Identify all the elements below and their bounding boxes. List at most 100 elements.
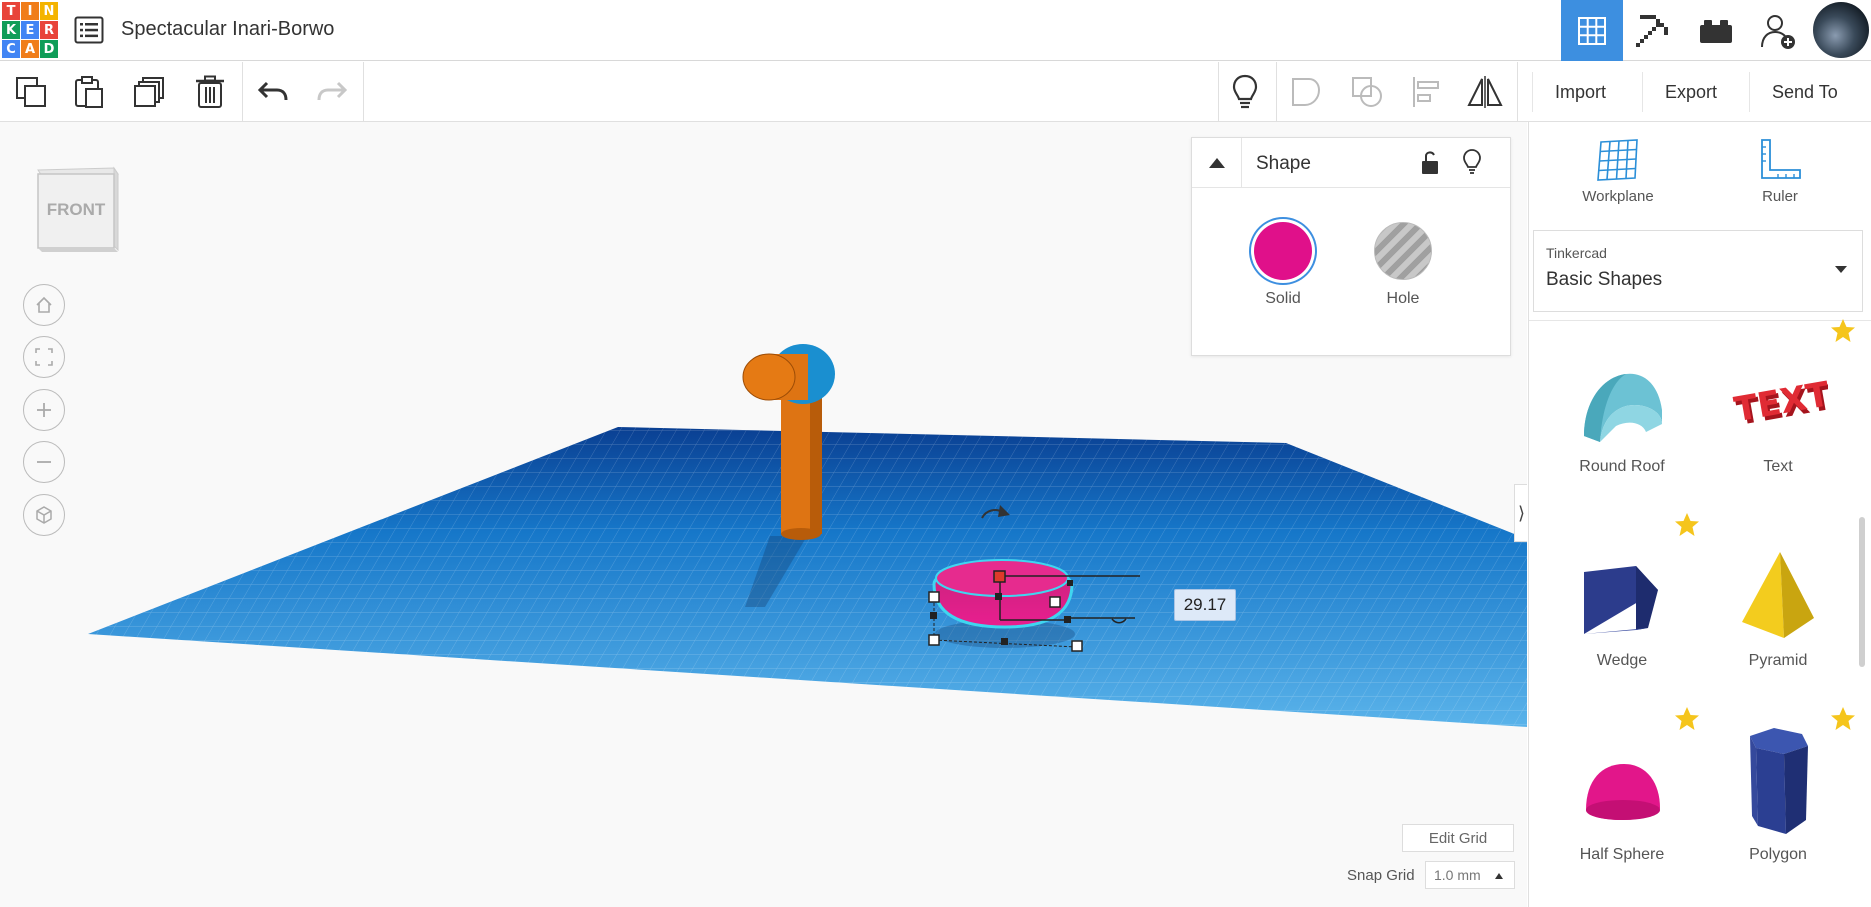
ruler-icon — [1761, 139, 1801, 179]
star-icon — [1675, 707, 1699, 730]
solid-label: Solid — [1265, 290, 1301, 307]
align-icon — [1413, 77, 1439, 107]
edit-grid-button[interactable]: Edit Grid — [1402, 824, 1514, 852]
logo-letter: T — [2, 2, 20, 20]
pyramid-shape-icon — [1742, 552, 1814, 638]
list-icon — [74, 16, 104, 44]
home-view-button[interactable] — [23, 284, 65, 326]
perspective-button[interactable] — [23, 494, 65, 536]
shape-label: Wedge — [1596, 652, 1648, 669]
shape-tile-round-roof[interactable]: Round Roof — [1547, 352, 1697, 476]
undo-button[interactable] — [251, 70, 295, 114]
ungroup-icon — [1352, 77, 1382, 107]
nav-invite[interactable] — [1747, 0, 1809, 61]
trash-icon — [196, 75, 224, 108]
undo-icon — [257, 81, 288, 101]
hole-swatch[interactable] — [1374, 222, 1432, 280]
add-user-icon — [1761, 14, 1795, 49]
caret-up-icon — [1208, 158, 1225, 168]
half-sphere-shape-icon — [1586, 764, 1660, 820]
dimension-input[interactable]: 29.17 — [1174, 589, 1236, 621]
nav-3d-design[interactable] — [1561, 0, 1623, 61]
nav-icons — [1561, 0, 1871, 61]
copy-icon — [16, 77, 46, 107]
show-all-button[interactable] — [1223, 70, 1267, 114]
top-bar: T I N K E R C A D Spectacular Inari-Borw… — [0, 0, 1871, 61]
sidebar-toggle[interactable]: ⟩ — [1514, 484, 1527, 542]
ruler-tool[interactable]: Ruler — [1720, 138, 1840, 205]
design-title[interactable]: Spectacular Inari-Borwo — [121, 18, 334, 41]
lock-button[interactable] — [1420, 150, 1440, 181]
logo-letter: N — [40, 2, 58, 20]
zoom-out-button[interactable] — [23, 441, 65, 483]
duplicate-button[interactable] — [128, 70, 172, 114]
zoom-in-button[interactable] — [23, 389, 65, 431]
shape-label: Polygon — [1749, 846, 1807, 863]
send-to-button[interactable]: Send To — [1749, 72, 1860, 112]
fit-view-button[interactable] — [23, 336, 65, 378]
redo-button[interactable] — [310, 70, 354, 114]
shape-tile-wedge[interactable]: Wedge — [1547, 546, 1697, 670]
design-list-button[interactable] — [74, 16, 104, 44]
plus-icon — [37, 403, 51, 417]
svg-text:TEXT: TEXT — [1731, 374, 1828, 430]
solid-option[interactable]: Solid — [1243, 222, 1323, 308]
shape-label: Text — [1763, 458, 1793, 475]
sidebar-scrollbar[interactable] — [1859, 517, 1865, 667]
logo-letter: A — [21, 40, 39, 58]
nav-circuits[interactable] — [1623, 0, 1685, 61]
shape-tile-pyramid[interactable]: Pyramid — [1703, 546, 1853, 670]
workplane-icon — [1597, 139, 1638, 181]
delete-button[interactable] — [188, 70, 232, 114]
nav-codeblocks[interactable] — [1685, 0, 1747, 61]
align-button[interactable] — [1405, 70, 1449, 114]
ruler-label: Ruler — [1762, 188, 1798, 205]
group-button[interactable] — [1284, 70, 1328, 114]
import-button[interactable]: Import — [1532, 72, 1628, 112]
paste-button[interactable] — [67, 70, 111, 114]
shape-tile-half-sphere[interactable]: Half Sphere — [1547, 740, 1697, 864]
workplane-label: Workplane — [1582, 188, 1654, 205]
snap-grid-select[interactable]: 1.0 mm — [1425, 861, 1515, 889]
solid-color-swatch[interactable] — [1254, 222, 1312, 280]
shape-label: Half Sphere — [1579, 846, 1665, 863]
library-name: Basic Shapes — [1546, 269, 1663, 290]
redo-icon — [317, 81, 348, 101]
snap-grid-value: 1.0 mm — [1434, 867, 1481, 883]
mirror-icon — [1467, 76, 1503, 108]
workplane-tool[interactable]: Workplane — [1558, 138, 1678, 205]
export-button[interactable]: Export — [1642, 72, 1739, 112]
user-avatar[interactable] — [1813, 2, 1869, 58]
paste-icon — [75, 76, 103, 108]
logo-letter: I — [21, 2, 39, 20]
tinkercad-logo[interactable]: T I N K E R C A D — [2, 2, 58, 58]
round-roof-shape-icon — [1584, 373, 1662, 442]
hole-option[interactable]: Hole — [1363, 222, 1443, 308]
3d-viewport[interactable]: FRONT Shape Solid Hole 29.17 ⟩ Edit Grid… — [0, 122, 1527, 907]
view-cube[interactable]: FRONT — [34, 164, 122, 261]
star-icon — [1831, 319, 1855, 342]
copy-button[interactable] — [9, 70, 53, 114]
logo-letter: K — [2, 21, 20, 39]
unlock-icon — [1422, 151, 1438, 174]
minus-icon — [37, 461, 51, 463]
shape-library-select[interactable]: Tinkercad Basic Shapes — [1533, 230, 1863, 312]
ungroup-button[interactable] — [1345, 70, 1389, 114]
shape-tile-text[interactable]: TEXT TEXT Text — [1703, 352, 1853, 476]
group-icon — [1292, 78, 1321, 106]
hide-button[interactable] — [1462, 148, 1482, 181]
cube-icon — [36, 506, 52, 524]
chevron-right-icon: ⟩ — [1517, 502, 1526, 523]
shape-tile-polygon[interactable]: Polygon — [1703, 722, 1853, 864]
fit-icon — [35, 348, 53, 366]
inspector-collapse-button[interactable] — [1192, 138, 1242, 188]
caret-up-icon — [1495, 873, 1503, 879]
logo-letter: E — [21, 21, 39, 39]
shape-inspector: Shape Solid Hole — [1191, 137, 1511, 356]
snap-grid-label: Snap Grid — [1347, 867, 1415, 884]
hole-label: Hole — [1386, 290, 1420, 307]
wedge-shape-icon — [1584, 566, 1658, 634]
mirror-button[interactable] — [1463, 70, 1507, 114]
view-cube-face-label: FRONT — [46, 200, 106, 219]
logo-letter: R — [40, 21, 58, 39]
